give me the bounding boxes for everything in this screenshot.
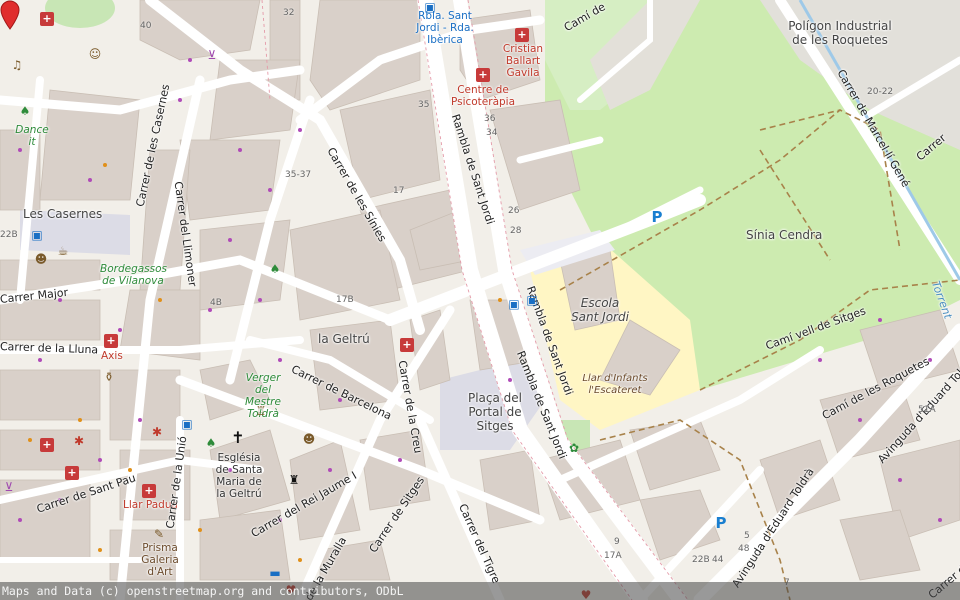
house-number: 26: [508, 206, 520, 216]
pharmacy-icon[interactable]: +: [40, 438, 54, 452]
location-pin-icon[interactable]: [0, 0, 20, 30]
house-number: 17: [393, 186, 405, 196]
church-cross-icon[interactable]: ✝: [231, 430, 245, 446]
bus-stop-icon[interactable]: ▣: [180, 417, 194, 431]
bed-icon[interactable]: ▬: [268, 566, 282, 580]
label-sinia-cendra: Sínia Cendra: [746, 228, 823, 242]
house-number: 40: [140, 21, 152, 31]
house-number: 17A: [604, 551, 622, 561]
label-prisma: Prisma Galeria d'Art: [141, 542, 179, 579]
dog-icon[interactable]: ✱: [72, 434, 86, 448]
pharmacy-icon[interactable]: +: [400, 338, 414, 352]
label-poligon: Polígon Industrial de les Roquetes: [788, 19, 892, 47]
pharmacy-icon[interactable]: +: [476, 68, 490, 82]
map-canvas[interactable]: Polígon Industrial de les Roquetes Sínia…: [0, 0, 960, 600]
bus-stop-icon[interactable]: ▣: [507, 297, 521, 311]
label-dance-it: Dance it: [15, 124, 49, 149]
shop-cart-icon[interactable]: ⊻: [205, 48, 219, 62]
pharmacy-icon[interactable]: +: [40, 12, 54, 26]
music-icon[interactable]: ♫: [10, 58, 24, 72]
bus-stop-icon[interactable]: ▣: [423, 0, 437, 14]
label-axis: Axis: [101, 350, 123, 362]
label-cristian-ballart: Cristian Ballart Gavila: [502, 43, 544, 80]
label-llar-infants: Llar d'Infants l'Escateret: [582, 373, 648, 396]
dog-icon[interactable]: ✱: [150, 425, 164, 439]
house-number: 17B: [336, 295, 354, 305]
parking-icon[interactable]: P: [650, 210, 664, 225]
pharmacy-icon[interactable]: +: [104, 334, 118, 348]
cafe-icon[interactable]: ☕: [56, 244, 70, 258]
house-number: 20-22: [867, 87, 894, 97]
house-number: 28: [510, 226, 522, 236]
label-bus-stop: Rbla. Sant Jordi - Rda. Ibèrica: [416, 10, 474, 47]
label-bordegassos: Bordegassos de Vilanova: [100, 263, 168, 288]
map-attribution[interactable]: Maps and Data (c) openstreetmap.org and …: [0, 582, 960, 600]
art-palette-icon[interactable]: ✎: [152, 527, 166, 541]
label-escola-sant-jordi: Escola Sant Jordi: [571, 296, 629, 324]
sports-icon[interactable]: ♠: [204, 436, 218, 450]
pharmacy-icon[interactable]: +: [142, 484, 156, 498]
house-number: 51A: [918, 405, 936, 415]
house-number: 44: [712, 555, 724, 565]
sports-icon[interactable]: ♠: [268, 262, 282, 276]
castle-icon[interactable]: ♖: [254, 404, 268, 418]
pharmacy-icon[interactable]: +: [65, 466, 79, 480]
house-number: 22B: [0, 230, 18, 240]
statue-icon[interactable]: ♜: [287, 473, 301, 487]
vase-icon[interactable]: ⚱: [102, 370, 116, 384]
bus-stop-icon[interactable]: ▣: [30, 228, 44, 242]
label-les-casernes: Les Casernes: [23, 207, 103, 221]
house-number: 35-37: [285, 170, 312, 180]
theatre-icon[interactable]: ☺: [88, 47, 102, 61]
house-number: 36: [484, 114, 496, 124]
playground-icon[interactable]: ✿: [567, 441, 581, 455]
label-placa-portal: Plaça del Portal de Sitges: [467, 391, 523, 433]
house-number: 48: [738, 544, 750, 554]
house-number: 34: [486, 128, 498, 138]
community-icon[interactable]: ☻: [302, 432, 316, 446]
label-la-geltru: la Geltrú: [318, 332, 370, 346]
shop-cart-icon[interactable]: ⊻: [2, 480, 16, 494]
house-number: 35: [418, 100, 430, 110]
label-esglesia: Església de Santa Maria de la Geltrú: [215, 452, 263, 501]
house-number: 9: [614, 537, 620, 547]
pharmacy-icon[interactable]: +: [515, 28, 529, 42]
parking-icon[interactable]: P: [714, 516, 728, 531]
bus-stop-icon[interactable]: ▣: [525, 293, 539, 307]
sports-icon[interactable]: ♠: [18, 104, 32, 118]
house-number: 5: [744, 531, 750, 541]
label-centre-psicoterapia: Centre de Psicoteràpia: [450, 84, 516, 109]
community-icon[interactable]: ☻: [34, 252, 48, 266]
house-number: 22B: [692, 555, 710, 565]
house-number: 4B: [210, 298, 222, 308]
house-number: 32: [283, 8, 295, 18]
